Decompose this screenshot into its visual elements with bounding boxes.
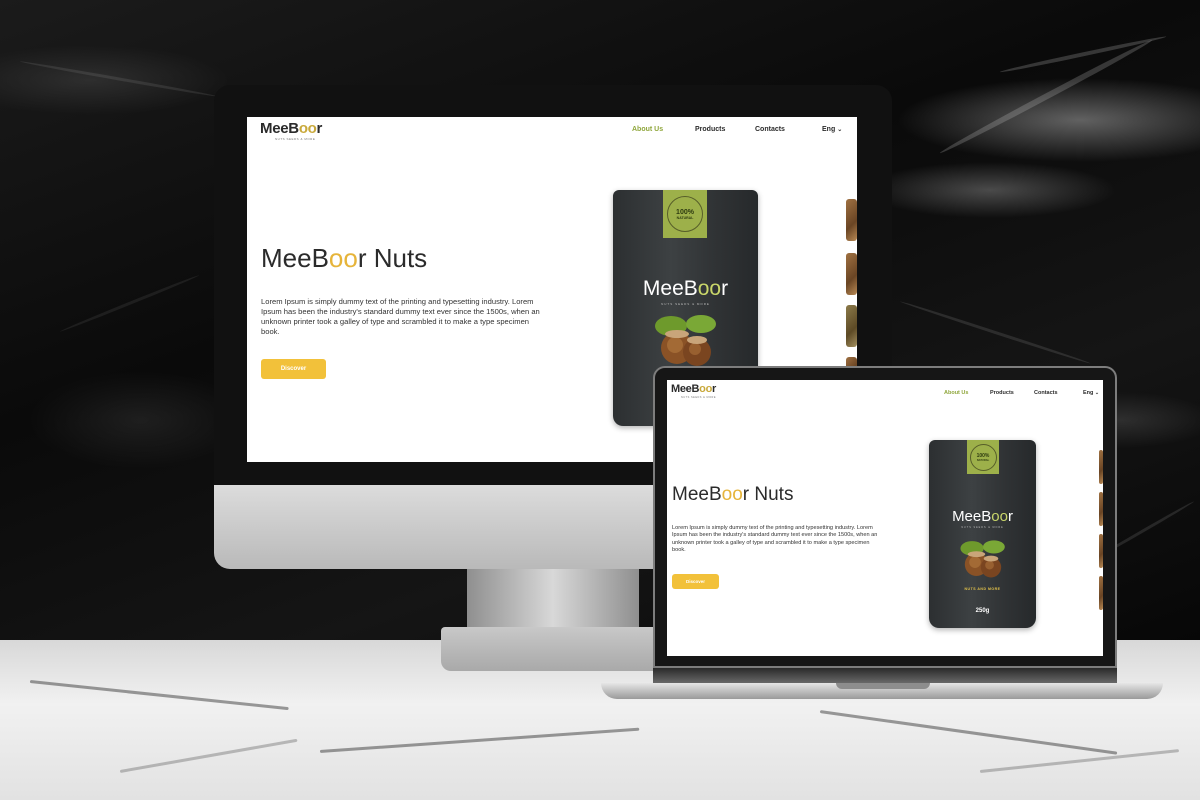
site-logo[interactable]: MeeBoor xyxy=(671,383,716,395)
pouch-weight: 250g xyxy=(975,608,990,614)
marble-vein xyxy=(938,37,1154,156)
nav-products[interactable]: Products xyxy=(695,126,725,133)
pouch-subtitle: NUTS SEEDS & MORE xyxy=(661,302,710,306)
pouch-brand: MeeBoor xyxy=(952,508,1013,525)
nav-contacts[interactable]: Contacts xyxy=(1034,390,1058,396)
imac-stand-neck xyxy=(467,569,639,627)
marble-vein xyxy=(59,273,200,333)
product-thumbnail[interactable] xyxy=(1099,534,1103,568)
hero-title: MeeBoor Nuts xyxy=(672,484,794,505)
site-logo[interactable]: MeeBoor xyxy=(260,120,322,137)
hero-description: Lorem Ipsum is simply dummy text of the … xyxy=(672,525,878,553)
laptop-hinge xyxy=(653,668,1117,684)
marble-vein xyxy=(999,34,1167,74)
hero-title: MeeBoor Nuts xyxy=(261,243,428,273)
product-thumbnail[interactable] xyxy=(1099,576,1103,610)
pouch-brand: MeeBoor xyxy=(642,277,729,300)
discover-button[interactable]: Discover xyxy=(261,359,326,379)
discover-button[interactable]: Discover xyxy=(672,574,719,589)
natural-badge: 100% NATURAL xyxy=(967,440,999,474)
product-thumbnail[interactable] xyxy=(1099,450,1103,484)
laptop-notch xyxy=(836,683,930,689)
table-vein xyxy=(119,738,298,773)
table-vein xyxy=(979,749,1180,773)
product-thumbnail[interactable] xyxy=(846,253,857,295)
pouch-caption: NUTS AND MORE xyxy=(964,587,1001,591)
marble-vein xyxy=(19,60,218,98)
product-thumbnail[interactable] xyxy=(1099,492,1103,526)
site-tagline: NUTS SEEDS & MORE xyxy=(681,396,717,399)
site-tagline: NUTS SEEDS & MORE xyxy=(275,137,316,141)
table-vein xyxy=(819,710,1118,755)
nav-about-us[interactable]: About Us xyxy=(944,390,968,396)
hazelnut-illustration xyxy=(960,540,1005,578)
product-pouch-image: 100% NATURAL MeeBoor NUTS SEEDS & MORE N… xyxy=(929,440,1036,628)
pouch-subtitle: NUTS SEEDS & MORE xyxy=(961,526,1004,529)
product-thumbnail[interactable] xyxy=(846,305,857,347)
hazelnut-illustration xyxy=(655,315,716,366)
chevron-down-icon: ⌄ xyxy=(1094,390,1100,396)
marble-vein xyxy=(899,300,1091,365)
nav-products[interactable]: Products xyxy=(990,390,1014,396)
hero-description: Lorem Ipsum is simply dummy text of the … xyxy=(261,297,540,336)
product-thumbnail[interactable] xyxy=(846,199,857,241)
language-selector[interactable]: Eng ⌄ xyxy=(822,126,842,133)
imac-stand-foot xyxy=(441,627,665,671)
language-selector[interactable]: Eng ⌄ xyxy=(1083,390,1099,396)
table-vein xyxy=(29,680,289,711)
laptop-screen-website: MeeBoor NUTS SEEDS & MORE About Us Produ… xyxy=(667,380,1103,656)
nav-contacts[interactable]: Contacts xyxy=(755,126,785,133)
chevron-down-icon: ⌄ xyxy=(837,127,843,133)
nav-about-us[interactable]: About Us xyxy=(632,126,663,133)
table-vein xyxy=(319,727,640,753)
natural-badge: 100% NATURAL xyxy=(663,190,707,238)
